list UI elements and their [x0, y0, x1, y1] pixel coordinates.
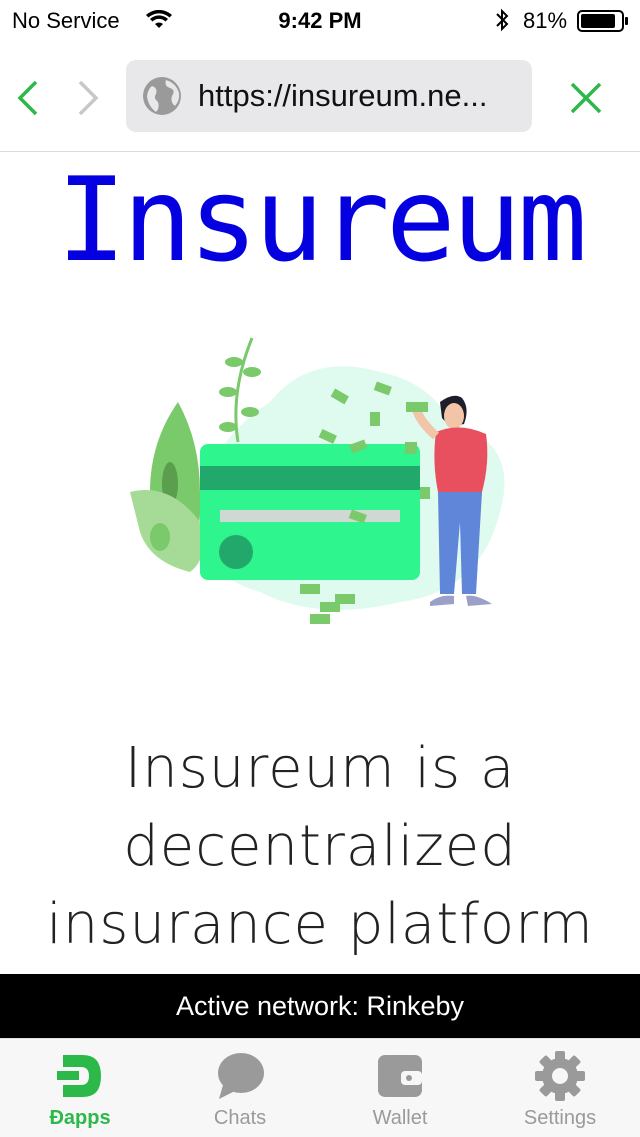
- tab-wallet[interactable]: Wallet: [320, 1039, 480, 1137]
- chat-bubble-icon: [215, 1051, 265, 1101]
- page-title: Insureum: [56, 153, 588, 288]
- tab-label: Wallet: [372, 1107, 428, 1129]
- tab-bar: Ðapps Chats Wallet Settings: [0, 1038, 640, 1137]
- web-view[interactable]: Insureum Insureum is a decentralized ins…: [0, 152, 640, 974]
- gear-icon: [535, 1051, 585, 1101]
- tab-chats[interactable]: Chats: [160, 1039, 320, 1137]
- tab-label: Ðapps: [49, 1107, 111, 1129]
- tab-dapps[interactable]: Ðapps: [0, 1039, 160, 1137]
- tab-settings[interactable]: Settings: [480, 1039, 640, 1137]
- dapps-icon: [55, 1051, 105, 1101]
- browser-toolbar: https://insureum.ne...: [0, 40, 640, 152]
- url-bar[interactable]: https://insureum.ne...: [126, 60, 532, 132]
- credit-card-illustration: [120, 332, 520, 632]
- back-icon[interactable]: [14, 78, 44, 118]
- description-line: insurance platform: [46, 892, 594, 957]
- globe-icon: [142, 76, 182, 116]
- page-description: Insureum is a decentralized insurance pl…: [0, 730, 640, 964]
- active-network-banner: Active network: Rinkeby: [0, 974, 640, 1038]
- status-bar: No Service 9:42 PM 81%: [0, 0, 640, 40]
- tab-label: Chats: [213, 1107, 267, 1129]
- description-line: Insureum is a: [124, 736, 516, 801]
- description-line: decentralized: [123, 814, 517, 879]
- wallet-icon: [375, 1051, 425, 1101]
- tab-label: Settings: [523, 1107, 597, 1129]
- battery-icon: [577, 10, 629, 38]
- battery-percent: 81%: [523, 8, 568, 33]
- forward-icon[interactable]: [72, 78, 102, 118]
- bluetooth-icon: [494, 8, 510, 38]
- url-text: https://insureum.ne...: [198, 78, 488, 113]
- close-icon[interactable]: [566, 78, 606, 118]
